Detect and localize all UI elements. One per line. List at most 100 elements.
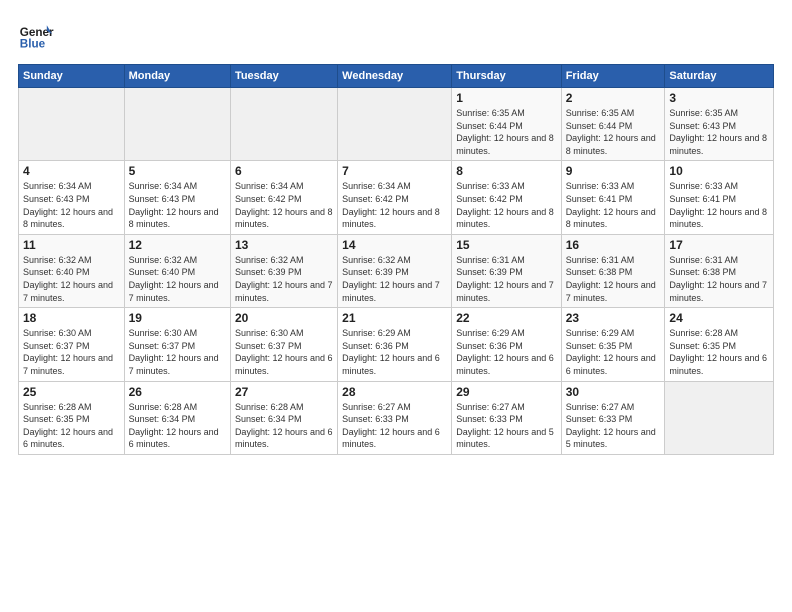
day-info: Sunrise: 6:27 AMSunset: 6:33 PMDaylight:… bbox=[566, 401, 661, 451]
day-number: 29 bbox=[456, 385, 556, 399]
day-info: Sunrise: 6:35 AMSunset: 6:43 PMDaylight:… bbox=[669, 107, 769, 157]
day-info: Sunrise: 6:34 AMSunset: 6:42 PMDaylight:… bbox=[235, 180, 333, 230]
day-info: Sunrise: 6:30 AMSunset: 6:37 PMDaylight:… bbox=[23, 327, 120, 377]
day-number: 1 bbox=[456, 91, 556, 105]
day-number: 6 bbox=[235, 164, 333, 178]
calendar-cell: 5 Sunrise: 6:34 AMSunset: 6:43 PMDayligh… bbox=[124, 161, 230, 234]
day-info: Sunrise: 6:34 AMSunset: 6:42 PMDaylight:… bbox=[342, 180, 447, 230]
calendar-cell: 12 Sunrise: 6:32 AMSunset: 6:40 PMDaylig… bbox=[124, 234, 230, 307]
day-number: 20 bbox=[235, 311, 333, 325]
day-number: 30 bbox=[566, 385, 661, 399]
day-number: 4 bbox=[23, 164, 120, 178]
day-number: 14 bbox=[342, 238, 447, 252]
calendar-cell: 8 Sunrise: 6:33 AMSunset: 6:42 PMDayligh… bbox=[452, 161, 561, 234]
day-number: 16 bbox=[566, 238, 661, 252]
calendar-cell: 20 Sunrise: 6:30 AMSunset: 6:37 PMDaylig… bbox=[230, 308, 337, 381]
column-header-wednesday: Wednesday bbox=[338, 65, 452, 88]
day-info: Sunrise: 6:29 AMSunset: 6:35 PMDaylight:… bbox=[566, 327, 661, 377]
day-number: 9 bbox=[566, 164, 661, 178]
day-number: 15 bbox=[456, 238, 556, 252]
column-header-saturday: Saturday bbox=[665, 65, 774, 88]
calendar-cell: 29 Sunrise: 6:27 AMSunset: 6:33 PMDaylig… bbox=[452, 381, 561, 454]
calendar-table: SundayMondayTuesdayWednesdayThursdayFrid… bbox=[18, 64, 774, 455]
calendar-cell: 24 Sunrise: 6:28 AMSunset: 6:35 PMDaylig… bbox=[665, 308, 774, 381]
calendar-cell: 28 Sunrise: 6:27 AMSunset: 6:33 PMDaylig… bbox=[338, 381, 452, 454]
day-info: Sunrise: 6:33 AMSunset: 6:41 PMDaylight:… bbox=[566, 180, 661, 230]
column-header-tuesday: Tuesday bbox=[230, 65, 337, 88]
calendar-cell: 1 Sunrise: 6:35 AMSunset: 6:44 PMDayligh… bbox=[452, 88, 561, 161]
column-header-sunday: Sunday bbox=[19, 65, 125, 88]
day-info: Sunrise: 6:32 AMSunset: 6:39 PMDaylight:… bbox=[342, 254, 447, 304]
day-number: 26 bbox=[129, 385, 226, 399]
day-number: 27 bbox=[235, 385, 333, 399]
week-row-2: 4 Sunrise: 6:34 AMSunset: 6:43 PMDayligh… bbox=[19, 161, 774, 234]
column-header-thursday: Thursday bbox=[452, 65, 561, 88]
calendar-cell: 11 Sunrise: 6:32 AMSunset: 6:40 PMDaylig… bbox=[19, 234, 125, 307]
calendar-cell: 3 Sunrise: 6:35 AMSunset: 6:43 PMDayligh… bbox=[665, 88, 774, 161]
day-info: Sunrise: 6:34 AMSunset: 6:43 PMDaylight:… bbox=[129, 180, 226, 230]
calendar-cell: 14 Sunrise: 6:32 AMSunset: 6:39 PMDaylig… bbox=[338, 234, 452, 307]
day-number: 5 bbox=[129, 164, 226, 178]
calendar-cell: 13 Sunrise: 6:32 AMSunset: 6:39 PMDaylig… bbox=[230, 234, 337, 307]
calendar-cell bbox=[19, 88, 125, 161]
calendar-cell: 25 Sunrise: 6:28 AMSunset: 6:35 PMDaylig… bbox=[19, 381, 125, 454]
calendar-cell: 7 Sunrise: 6:34 AMSunset: 6:42 PMDayligh… bbox=[338, 161, 452, 234]
logo-icon: General Blue bbox=[18, 18, 54, 54]
day-info: Sunrise: 6:34 AMSunset: 6:43 PMDaylight:… bbox=[23, 180, 120, 230]
day-number: 17 bbox=[669, 238, 769, 252]
day-info: Sunrise: 6:33 AMSunset: 6:42 PMDaylight:… bbox=[456, 180, 556, 230]
week-row-3: 11 Sunrise: 6:32 AMSunset: 6:40 PMDaylig… bbox=[19, 234, 774, 307]
day-number: 10 bbox=[669, 164, 769, 178]
day-info: Sunrise: 6:27 AMSunset: 6:33 PMDaylight:… bbox=[342, 401, 447, 451]
day-info: Sunrise: 6:33 AMSunset: 6:41 PMDaylight:… bbox=[669, 180, 769, 230]
week-row-4: 18 Sunrise: 6:30 AMSunset: 6:37 PMDaylig… bbox=[19, 308, 774, 381]
calendar-cell: 18 Sunrise: 6:30 AMSunset: 6:37 PMDaylig… bbox=[19, 308, 125, 381]
day-number: 21 bbox=[342, 311, 447, 325]
day-info: Sunrise: 6:32 AMSunset: 6:39 PMDaylight:… bbox=[235, 254, 333, 304]
day-number: 25 bbox=[23, 385, 120, 399]
day-number: 18 bbox=[23, 311, 120, 325]
day-number: 13 bbox=[235, 238, 333, 252]
day-info: Sunrise: 6:28 AMSunset: 6:35 PMDaylight:… bbox=[23, 401, 120, 451]
calendar-cell bbox=[665, 381, 774, 454]
calendar-cell: 6 Sunrise: 6:34 AMSunset: 6:42 PMDayligh… bbox=[230, 161, 337, 234]
calendar-cell: 9 Sunrise: 6:33 AMSunset: 6:41 PMDayligh… bbox=[561, 161, 665, 234]
calendar-cell: 30 Sunrise: 6:27 AMSunset: 6:33 PMDaylig… bbox=[561, 381, 665, 454]
calendar-page: General Blue SundayMondayTuesdayWednesda… bbox=[0, 0, 792, 612]
calendar-cell: 15 Sunrise: 6:31 AMSunset: 6:39 PMDaylig… bbox=[452, 234, 561, 307]
week-row-1: 1 Sunrise: 6:35 AMSunset: 6:44 PMDayligh… bbox=[19, 88, 774, 161]
day-number: 23 bbox=[566, 311, 661, 325]
calendar-cell: 26 Sunrise: 6:28 AMSunset: 6:34 PMDaylig… bbox=[124, 381, 230, 454]
calendar-cell: 21 Sunrise: 6:29 AMSunset: 6:36 PMDaylig… bbox=[338, 308, 452, 381]
calendar-cell: 27 Sunrise: 6:28 AMSunset: 6:34 PMDaylig… bbox=[230, 381, 337, 454]
logo: General Blue bbox=[18, 18, 54, 54]
calendar-body: 1 Sunrise: 6:35 AMSunset: 6:44 PMDayligh… bbox=[19, 88, 774, 455]
day-info: Sunrise: 6:29 AMSunset: 6:36 PMDaylight:… bbox=[456, 327, 556, 377]
day-number: 22 bbox=[456, 311, 556, 325]
calendar-header-row: SundayMondayTuesdayWednesdayThursdayFrid… bbox=[19, 65, 774, 88]
day-info: Sunrise: 6:28 AMSunset: 6:34 PMDaylight:… bbox=[129, 401, 226, 451]
day-info: Sunrise: 6:31 AMSunset: 6:38 PMDaylight:… bbox=[669, 254, 769, 304]
day-info: Sunrise: 6:31 AMSunset: 6:38 PMDaylight:… bbox=[566, 254, 661, 304]
week-row-5: 25 Sunrise: 6:28 AMSunset: 6:35 PMDaylig… bbox=[19, 381, 774, 454]
calendar-cell: 4 Sunrise: 6:34 AMSunset: 6:43 PMDayligh… bbox=[19, 161, 125, 234]
day-info: Sunrise: 6:28 AMSunset: 6:35 PMDaylight:… bbox=[669, 327, 769, 377]
day-number: 19 bbox=[129, 311, 226, 325]
calendar-cell: 19 Sunrise: 6:30 AMSunset: 6:37 PMDaylig… bbox=[124, 308, 230, 381]
calendar-cell: 2 Sunrise: 6:35 AMSunset: 6:44 PMDayligh… bbox=[561, 88, 665, 161]
day-info: Sunrise: 6:32 AMSunset: 6:40 PMDaylight:… bbox=[23, 254, 120, 304]
day-number: 2 bbox=[566, 91, 661, 105]
calendar-cell: 17 Sunrise: 6:31 AMSunset: 6:38 PMDaylig… bbox=[665, 234, 774, 307]
day-number: 7 bbox=[342, 164, 447, 178]
day-info: Sunrise: 6:30 AMSunset: 6:37 PMDaylight:… bbox=[129, 327, 226, 377]
header: General Blue bbox=[18, 18, 774, 54]
svg-text:Blue: Blue bbox=[20, 38, 46, 51]
day-number: 12 bbox=[129, 238, 226, 252]
calendar-cell bbox=[338, 88, 452, 161]
calendar-cell: 23 Sunrise: 6:29 AMSunset: 6:35 PMDaylig… bbox=[561, 308, 665, 381]
column-header-friday: Friday bbox=[561, 65, 665, 88]
column-header-monday: Monday bbox=[124, 65, 230, 88]
calendar-cell bbox=[230, 88, 337, 161]
day-info: Sunrise: 6:32 AMSunset: 6:40 PMDaylight:… bbox=[129, 254, 226, 304]
day-number: 28 bbox=[342, 385, 447, 399]
